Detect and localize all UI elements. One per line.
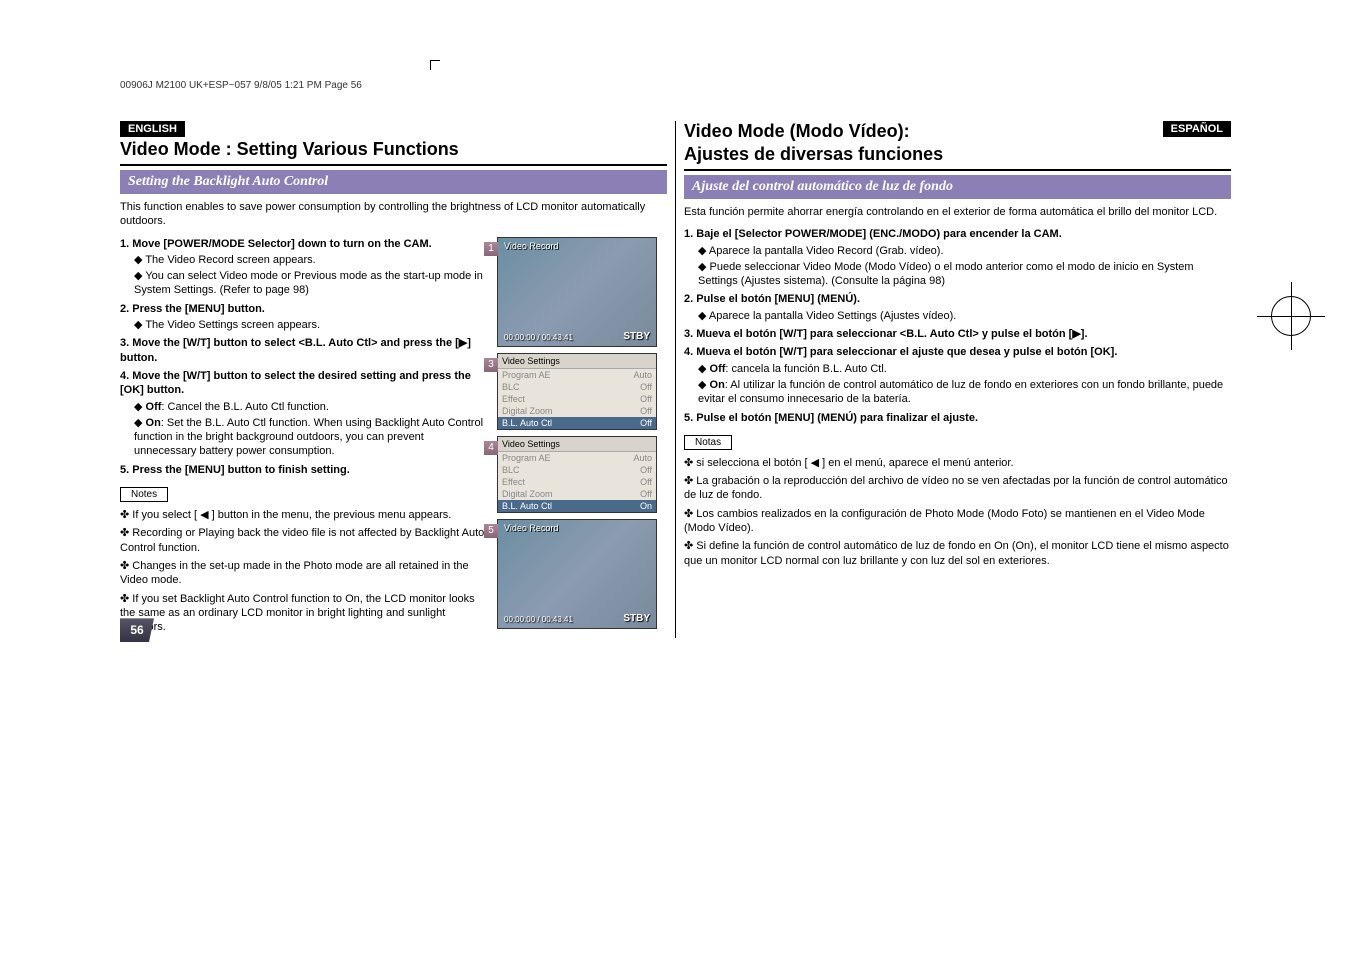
step-3: Mueva el botón [W/T] para seleccionar <B…	[684, 327, 1231, 341]
menu-row-selected: B.L. Auto CtlOff	[498, 417, 656, 429]
intro-text: Esta función permite ahorrar energía con…	[684, 205, 1231, 219]
menu-title: Video Settings	[498, 354, 656, 369]
registration-mark-icon	[1271, 296, 1311, 336]
option-off: Off: cancela la función B.L. Auto Ctl.	[698, 362, 1231, 376]
bullet: Aparece la pantalla Video Record (Grab. …	[698, 244, 1231, 258]
option-off: Off: Cancel the B.L. Auto Ctl function.	[134, 400, 489, 414]
screen-title: Video Record	[504, 523, 558, 533]
note-item: Si define la función de control automáti…	[684, 539, 1231, 568]
note-item: If you set Backlight Auto Control functi…	[120, 592, 489, 635]
menu-title: Video Settings	[498, 437, 656, 452]
spanish-column: Video Mode (Modo Vídeo): ESPAÑOL Ajustes…	[676, 121, 1231, 638]
step-4: Mueva el botón [W/T] para seleccionar el…	[684, 345, 1231, 406]
screenshot-5: 5 Video Record 00:00:00 / 00:43:41 STBY	[497, 519, 657, 629]
screenshot-column: 1 Video Record 00:00:00 / 00:43:41 STBY …	[497, 237, 667, 639]
menu-row-selected: B.L. Auto CtlOn	[498, 500, 656, 512]
note-item: If you select [ ◀ ] button in the menu, …	[120, 508, 489, 522]
note-item: Recording or Playing back the video file…	[120, 526, 489, 555]
notes-label: Notes	[120, 487, 168, 502]
step-5: Pulse el botón [MENU] (MENÚ) para finali…	[684, 411, 1231, 425]
screenshot-number: 5	[484, 524, 498, 538]
two-column-layout: ENGLISH Video Mode : Setting Various Fun…	[120, 121, 1231, 638]
intro-text: This function enables to save power cons…	[120, 200, 667, 229]
bullet: Aparece la pantalla Video Settings (Ajus…	[698, 309, 1231, 323]
step-4: Move the [W/T] button to select the desi…	[120, 369, 489, 459]
bullet: Puede seleccionar Video Mode (Modo Vídeo…	[698, 260, 1231, 289]
bullet: You can select Video mode or Previous mo…	[134, 269, 489, 298]
notes-label: Notas	[684, 435, 732, 450]
screen-title: Video Record	[504, 241, 558, 251]
record-time: 00:00:00 / 00:43:41	[504, 615, 573, 624]
bullet: The Video Record screen appears.	[134, 253, 489, 267]
step-1: Baje el [Selector POWER/MODE] (ENC./MODO…	[684, 227, 1231, 288]
language-tag: ESPAÑOL	[1163, 121, 1231, 137]
step-1: Move [POWER/MODE Selector] down to turn …	[120, 237, 489, 298]
screenshot-number: 1	[484, 242, 498, 256]
page-number: 56	[120, 618, 154, 642]
subsection-title: Setting the Backlight Auto Control	[120, 170, 667, 194]
screenshot-number: 3	[484, 358, 498, 372]
section-title-line2: Ajustes de diversas funciones	[684, 144, 1231, 171]
stby-label: STBY	[623, 331, 650, 342]
option-on: On: Al utilizar la función de control au…	[698, 378, 1231, 407]
section-title-line1: Video Mode (Modo Vídeo):	[684, 121, 1155, 142]
step-5: Press the [MENU] button to finish settin…	[120, 463, 489, 477]
note-item: La grabación o la reproducción del archi…	[684, 474, 1231, 503]
note-item: si selecciona el botón [ ◀ ] en el menú,…	[684, 456, 1231, 470]
screenshot-4: 4 Video Settings Program AEAuto BLCOff E…	[497, 436, 657, 513]
manual-page: 00906J M2100 UK+ESP~057 9/8/05 1:21 PM P…	[0, 0, 1351, 658]
option-on: On: Set the B.L. Auto Ctl function. When…	[134, 416, 489, 459]
note-item: Changes in the set-up made in the Photo …	[120, 559, 489, 588]
steps-block: Move [POWER/MODE Selector] down to turn …	[120, 237, 489, 639]
english-column: ENGLISH Video Mode : Setting Various Fun…	[120, 121, 676, 638]
section-title: Video Mode : Setting Various Functions	[120, 139, 667, 166]
file-header: 00906J M2100 UK+ESP~057 9/8/05 1:21 PM P…	[120, 80, 1231, 91]
step-2: Press the [MENU] button. The Video Setti…	[120, 302, 489, 333]
crop-mark-icon	[430, 60, 440, 70]
step-3: Move the [W/T] button to select <B.L. Au…	[120, 336, 489, 365]
screenshot-number: 4	[484, 441, 498, 455]
screenshot-3: 3 Video Settings Program AEAuto BLCOff E…	[497, 353, 657, 430]
stby-label: STBY	[623, 613, 650, 624]
record-time: 00:00:00 / 00:43:41	[504, 333, 573, 342]
step-2: Pulse el botón [MENU] (MENÚ). Aparece la…	[684, 292, 1231, 323]
language-tag: ENGLISH	[120, 121, 185, 137]
screenshot-1: 1 Video Record 00:00:00 / 00:43:41 STBY	[497, 237, 657, 347]
subsection-title: Ajuste del control automático de luz de …	[684, 175, 1231, 199]
note-item: Los cambios realizados en la configuraci…	[684, 507, 1231, 536]
bullet: The Video Settings screen appears.	[134, 318, 489, 332]
